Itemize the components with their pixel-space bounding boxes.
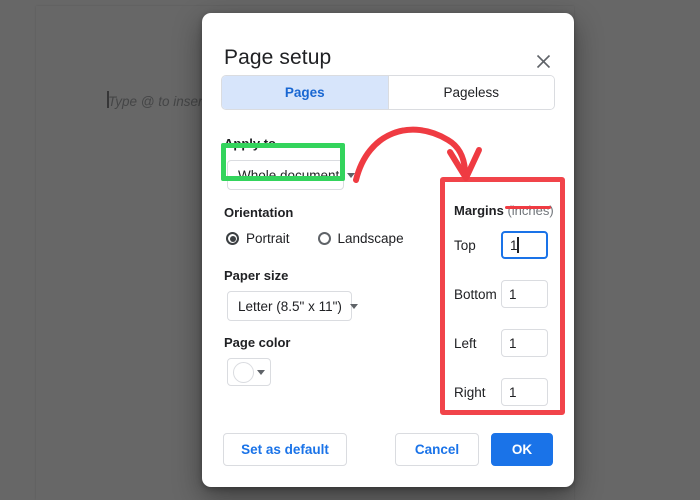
apply-to-value: Whole document — [238, 167, 340, 183]
paper-size-select[interactable]: Letter (8.5" x 11") — [227, 291, 358, 321]
paper-size-value: Letter (8.5" x 11") — [238, 298, 342, 314]
margins-unit-text: (inches) — [507, 203, 554, 218]
apply-to-select[interactable]: Whole document — [227, 160, 356, 190]
margin-row-top: Top — [454, 231, 548, 259]
margin-right-input[interactable] — [501, 378, 548, 406]
cancel-button[interactable]: Cancel — [395, 433, 479, 466]
orientation-label: Orientation — [224, 205, 294, 220]
margin-bottom-label: Bottom — [454, 286, 497, 302]
orientation-radio-group: Portrait Landscape — [226, 231, 404, 246]
margin-row-bottom: Bottom — [454, 280, 548, 308]
paper-size-label: Paper size — [224, 268, 289, 283]
color-swatch-icon — [233, 361, 254, 383]
radio-landscape-icon — [317, 232, 331, 245]
page-setup-dialog: Page setup Pages Pageless Apply to Whole… — [202, 13, 574, 487]
margins-title-text: Margins — [454, 203, 504, 218]
radio-landscape-label: Landscape — [337, 231, 404, 246]
tab-pages[interactable]: Pages — [222, 76, 388, 109]
set-as-default-button[interactable]: Set as default — [223, 433, 347, 466]
page-color-picker[interactable] — [227, 358, 271, 386]
chevron-down-icon — [257, 369, 265, 375]
margins-heading: Margins (inches) — [454, 203, 554, 218]
dialog-title: Page setup — [224, 46, 332, 69]
margin-top-label: Top — [454, 237, 476, 253]
ok-button[interactable]: OK — [491, 433, 553, 466]
margin-right-label: Right — [454, 384, 486, 400]
close-icon[interactable] — [531, 49, 555, 73]
margin-left-input[interactable] — [501, 329, 548, 357]
tab-pageless[interactable]: Pageless — [388, 76, 554, 109]
margin-left-label: Left — [454, 335, 477, 351]
radio-portrait-icon — [226, 232, 239, 245]
margin-top-input[interactable] — [501, 231, 548, 259]
text-cursor — [517, 237, 519, 253]
page-color-label: Page color — [224, 335, 291, 350]
radio-landscape[interactable]: Landscape — [317, 231, 404, 246]
apply-to-label: Apply to — [224, 136, 276, 151]
margin-bottom-input[interactable] — [501, 280, 548, 308]
view-mode-toggle: Pages Pageless — [221, 75, 555, 110]
radio-portrait[interactable]: Portrait — [226, 231, 290, 246]
chevron-down-icon — [347, 172, 356, 178]
chevron-down-icon — [349, 303, 358, 309]
radio-portrait-label: Portrait — [246, 231, 290, 246]
margin-row-right: Right — [454, 378, 548, 406]
margin-row-left: Left — [454, 329, 548, 357]
